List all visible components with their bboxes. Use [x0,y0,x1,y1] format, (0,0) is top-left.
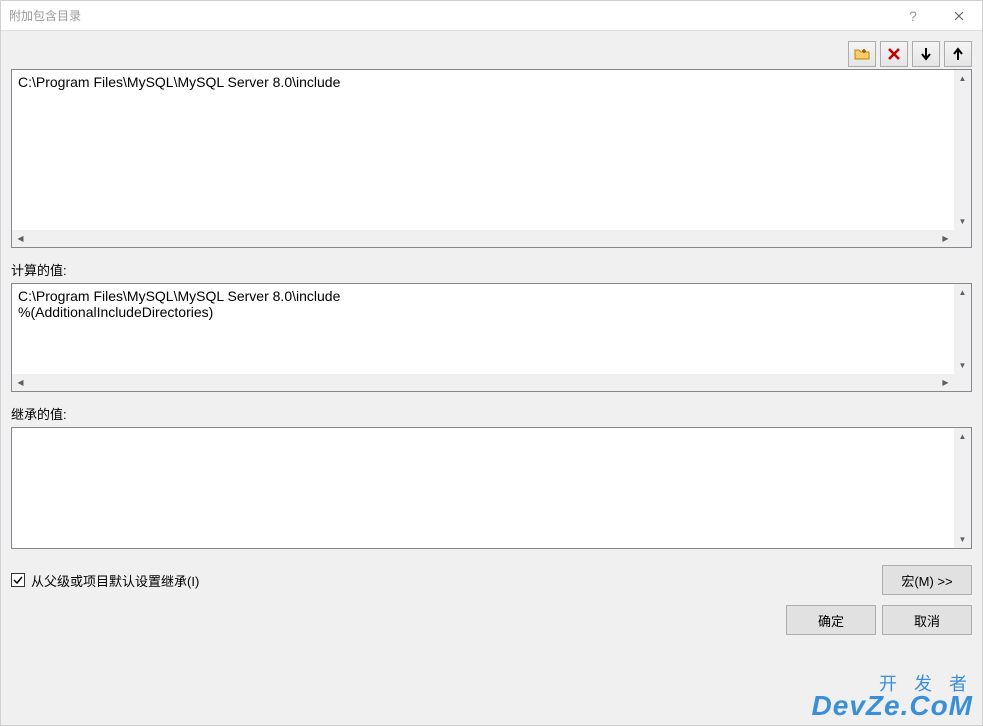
folder-icon [854,47,870,61]
scroll-left-icon: ◀ [12,374,29,391]
dialog-content: C:\Program Files\MySQL\MySQL Server 8.0\… [1,31,982,725]
toolbar [11,41,972,67]
scroll-up-icon: ▲ [954,70,971,87]
inherited-text [12,428,954,548]
macro-button[interactable]: 宏(M) >> [882,565,972,595]
computed-values: C:\Program Files\MySQL\MySQL Server 8.0\… [11,283,972,392]
checkmark-icon [13,575,23,585]
computed-text: C:\Program Files\MySQL\MySQL Server 8.0\… [12,284,954,374]
titlebar: 附加包含目录 ? [1,1,982,31]
scroll-down-icon: ▼ [954,213,971,230]
scroll-right-icon: ▶ [937,374,954,391]
vertical-scrollbar[interactable]: ▲ ▼ [954,284,971,374]
inherited-label: 继承的值: [11,404,972,423]
window-title: 附加包含目录 [9,7,890,24]
move-down-button[interactable] [912,41,940,67]
scroll-right-icon: ▶ [937,230,954,247]
scroll-corner [954,374,971,391]
inherited-values: ▲ ▼ [11,427,972,549]
dialog-window: 附加包含目录 ? [0,0,983,726]
down-arrow-icon [920,47,932,61]
horizontal-scrollbar[interactable]: ◀ ▶ [12,374,971,391]
help-button[interactable]: ? [890,1,936,30]
ok-button[interactable]: 确定 [786,605,876,635]
inherit-checkbox[interactable]: 从父级或项目默认设置继承(I) [11,571,199,590]
footer-buttons: 确定 取消 [11,605,972,635]
scroll-down-icon: ▼ [954,357,971,374]
up-arrow-icon [952,47,964,61]
checkbox-box [11,573,25,587]
scroll-down-icon: ▼ [954,531,971,548]
vertical-scrollbar[interactable]: ▲ ▼ [954,428,971,548]
vertical-scrollbar[interactable]: ▲ ▼ [954,70,971,230]
move-up-button[interactable] [944,41,972,67]
inherit-checkbox-label: 从父级或项目默认设置继承(I) [31,571,199,590]
titlebar-controls: ? [890,1,982,30]
computed-label: 计算的值: [11,260,972,279]
paths-editor[interactable]: C:\Program Files\MySQL\MySQL Server 8.0\… [11,69,972,248]
cancel-button[interactable]: 取消 [882,605,972,635]
scroll-left-icon: ◀ [12,230,29,247]
scroll-up-icon: ▲ [954,284,971,301]
inherit-row: 从父级或项目默认设置继承(I) 宏(M) >> [11,565,972,595]
horizontal-scrollbar[interactable]: ◀ ▶ [12,230,971,247]
new-line-button[interactable] [848,41,876,67]
close-button[interactable] [936,1,982,30]
close-icon [954,11,964,21]
delete-icon [887,47,901,61]
delete-button[interactable] [880,41,908,67]
scroll-up-icon: ▲ [954,428,971,445]
paths-text[interactable]: C:\Program Files\MySQL\MySQL Server 8.0\… [12,70,954,230]
scroll-corner [954,230,971,247]
